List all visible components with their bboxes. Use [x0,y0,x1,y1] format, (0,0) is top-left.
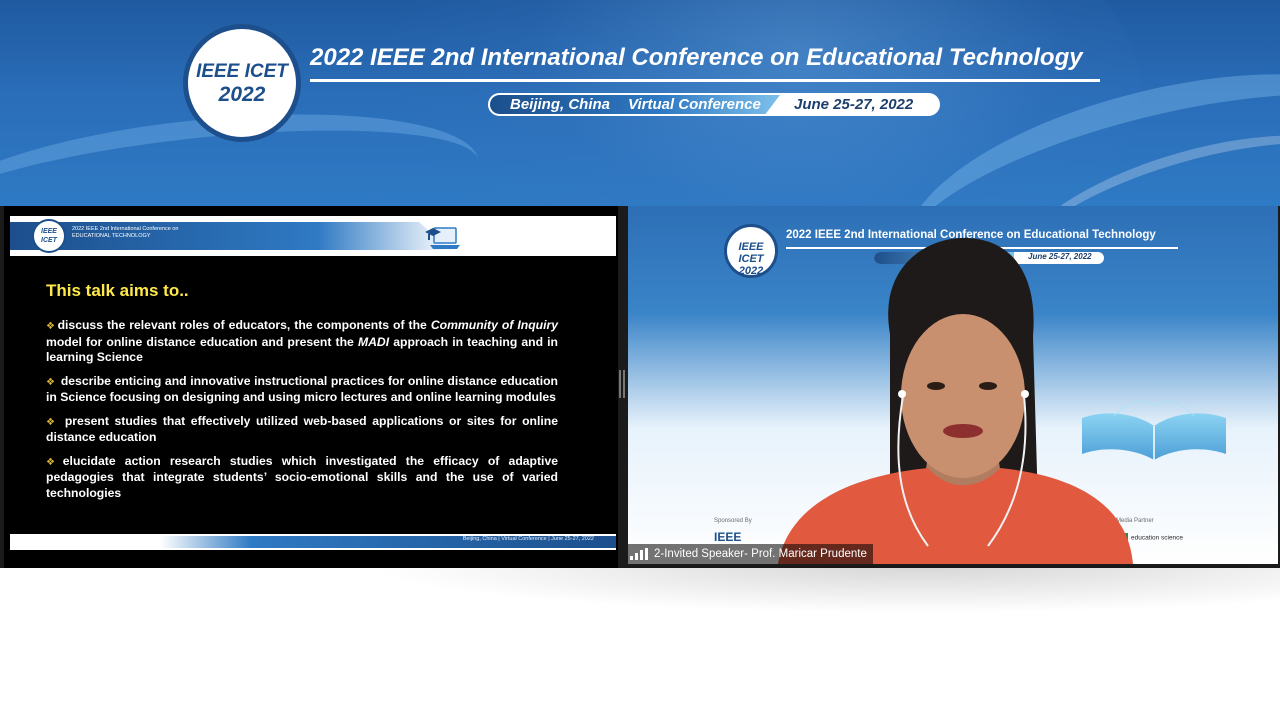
diamond-bullet-icon: ❖ [46,456,61,468]
participant-name-tag: 2-Invited Speaker- Prof. Maricar Prudent… [628,544,873,564]
bullet-emphasis: Community of Inquiry [430,318,559,332]
logo-text-line1: IEEE ICET [196,60,288,82]
slide-bullet-list: ❖ discuss the relevant roles of educators… [46,318,558,509]
speaker-video-tile[interactable]: IEEE ICET 2022 2022 IEEE 2nd Internation… [628,206,1278,564]
diamond-bullet-icon: ❖ [46,321,56,332]
diamond-bullet-icon: ❖ [46,416,58,428]
bullet-text: model for online distance education and … [46,334,358,349]
slide-header-title-line1: 2022 IEEE 2nd International Conference o… [72,226,179,232]
bullet-text: present studies that effectively utilize… [46,413,558,445]
pane-resize-handle[interactable] [619,370,625,398]
slide-bullet: ❖ describe enticing and innovative instr… [46,374,558,406]
conference-info-pill: Beijing, China Virtual Conference June 2… [488,93,940,116]
conference-mode: Virtual Conference [628,96,761,113]
slide-bullet: ❖ present studies that effectively utili… [46,414,558,446]
slide-title: This talk aims to.. [46,281,189,300]
laptop-icon [425,227,460,249]
logo-text-line2: 2022 [218,82,266,106]
slide-footer: Beijing, China | Virtual Conference | Ju… [10,534,616,550]
bullet-text: discuss the relevant roles of educators,… [57,318,431,332]
conference-title: 2022 IEEE 2nd International Conference o… [310,44,1083,71]
speaker-person [778,237,1133,564]
conference-logo: IEEE ICET 2022 [183,24,301,142]
conference-location: Beijing, China [510,96,611,113]
slide-header-title-line2: EDUCATIONAL TECHNOLOGY [72,233,151,239]
participant-name: 2-Invited Speaker- Prof. Maricar Prudent… [654,548,867,560]
signal-strength-icon [630,548,648,560]
conference-banner: IEEE ICET 2022 2022 IEEE 2nd Internation… [0,0,1280,206]
title-underline [310,79,1100,82]
bullet-text: describe enticing and innovative instruc… [46,373,558,405]
diamond-bullet-icon: ❖ [46,376,56,388]
bullet-emphasis: MADI [357,334,390,349]
slide-footer-text: Beijing, China | Virtual Conference | Ju… [462,536,594,542]
slide-header-title: 2022 IEEE 2nd International Conference o… [72,226,178,240]
conference-dates: June 25-27, 2022 [794,96,914,113]
slide-bullet: ❖ elucidate action research studies which… [46,454,558,502]
slide-logo: IEEE ICET [32,219,66,253]
slide-bullet: ❖ discuss the relevant roles of educators… [46,318,558,366]
shared-slide-pane[interactable]: IEEE ICET 2022 IEEE 2nd International Co… [4,206,618,568]
bottom-shadow-decoration [380,566,1280,612]
bullet-text: elucidate action research studies which … [46,453,558,500]
slide-header: IEEE ICET 2022 IEEE 2nd International Co… [10,216,616,256]
